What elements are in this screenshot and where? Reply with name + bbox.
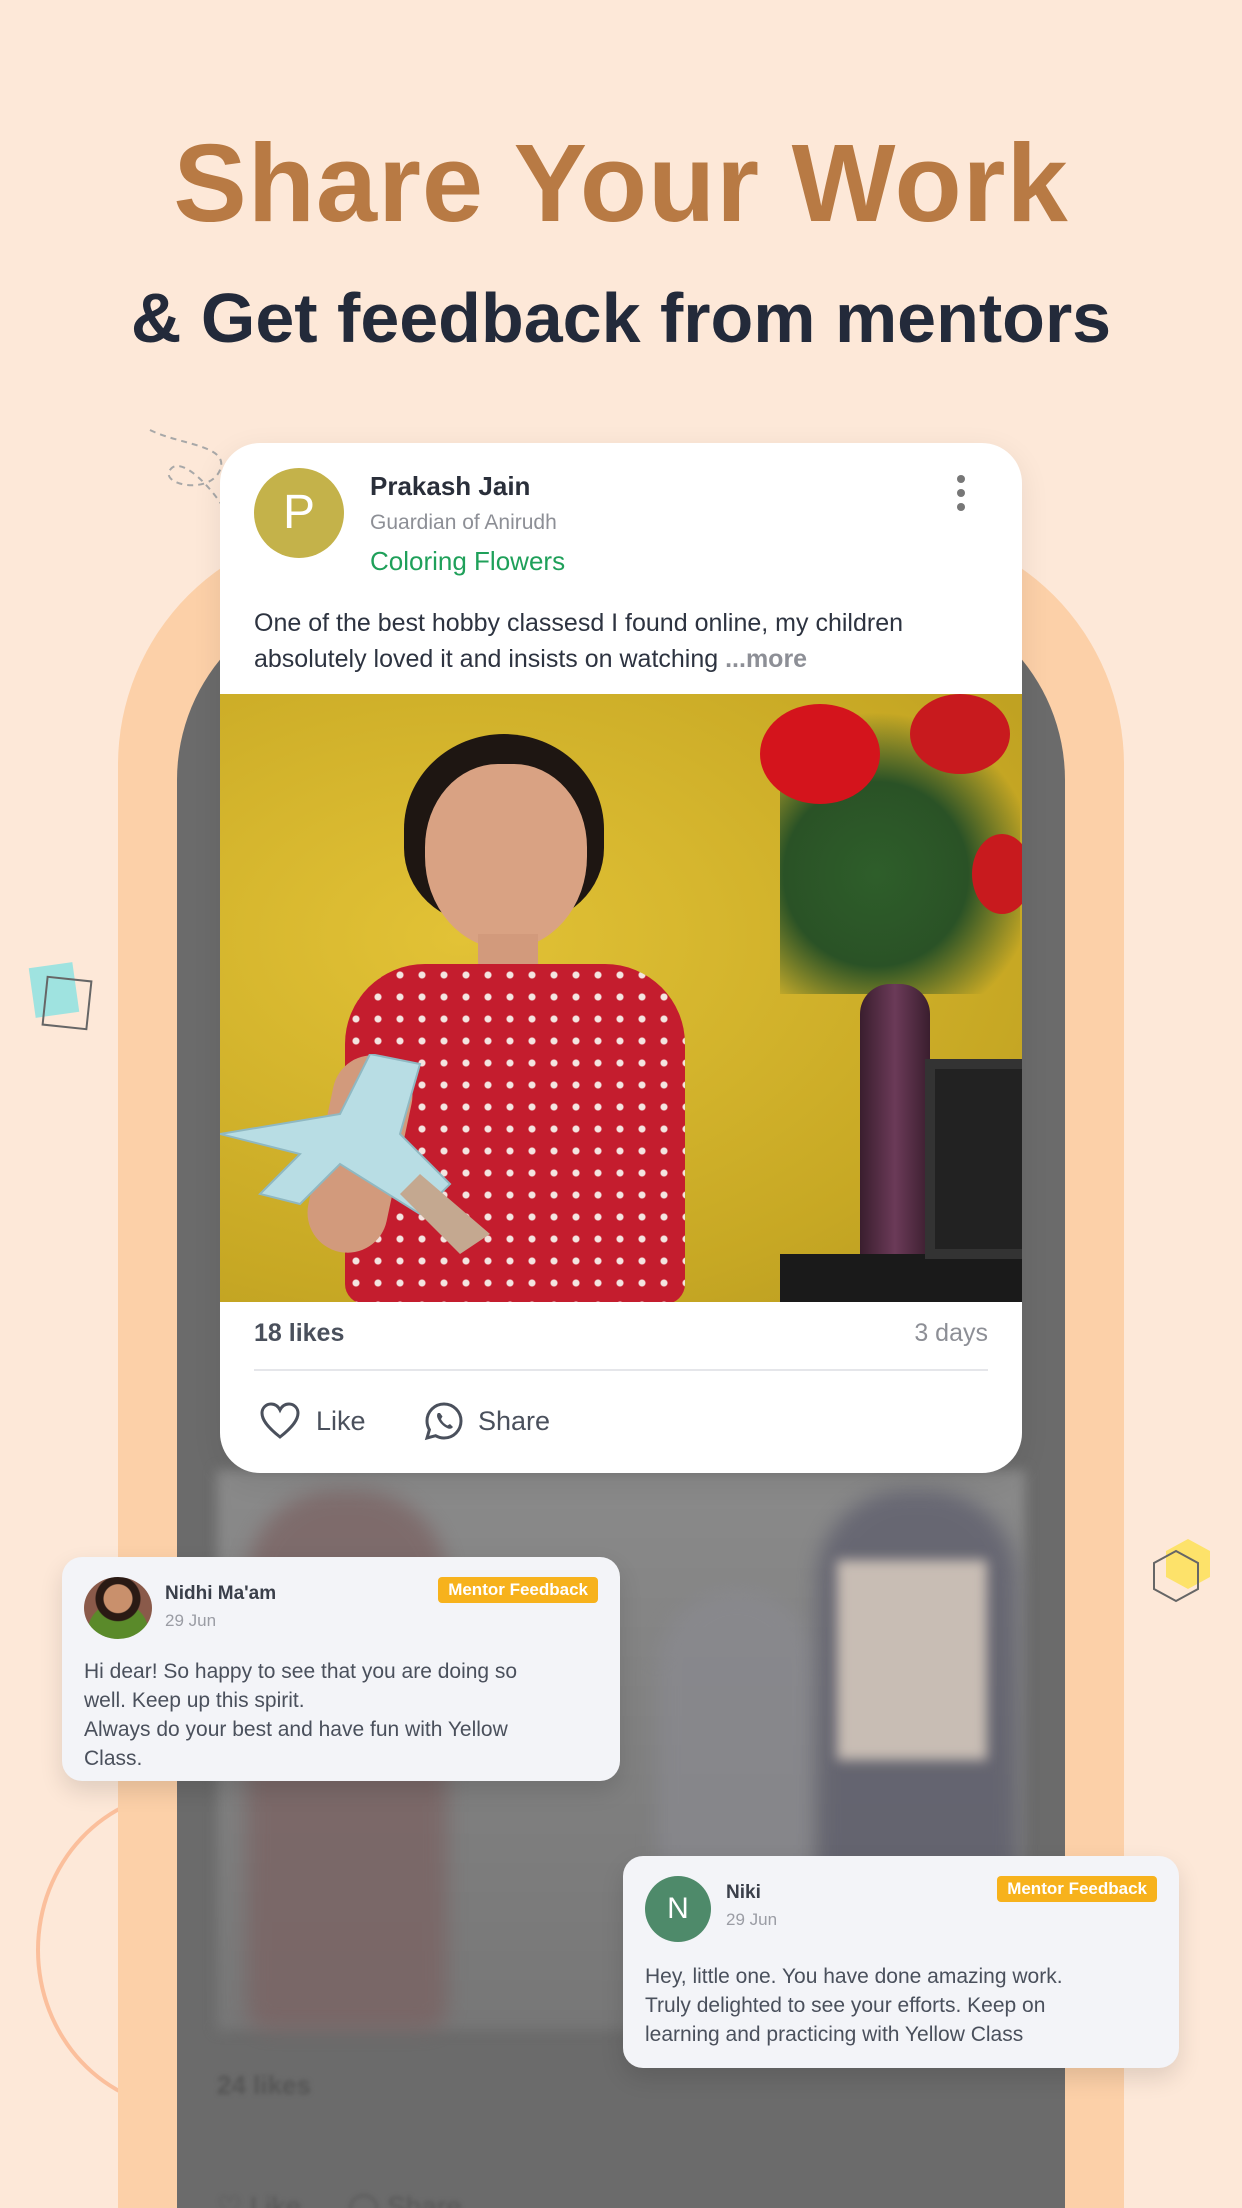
post-topic[interactable]: Coloring Flowers — [370, 546, 565, 577]
background-actions: ♡ Like ◯ Share — [217, 2190, 462, 2208]
like-label: Like — [316, 1405, 366, 1436]
post-photo[interactable] — [220, 694, 1022, 1302]
subheadline: & Get feedback from mentors — [130, 279, 1112, 357]
background-likes-count: 24 likes — [217, 2070, 311, 2100]
more-vertical-icon[interactable] — [954, 475, 968, 519]
mentor-feedback-badge: Mentor Feedback — [997, 1876, 1157, 1902]
background-whatsapp-icon: ◯ — [347, 2191, 380, 2208]
post-time: 3 days — [914, 1319, 988, 1347]
author-name[interactable]: Prakash Jain — [370, 471, 530, 502]
mentor-feedback-card: N Niki 29 Jun Mentor Feedback Hey, littl… — [623, 1856, 1179, 2068]
likes-count: 18 likes — [254, 1319, 345, 1347]
background-share-label: Share — [387, 2191, 462, 2208]
like-button[interactable]: Like — [260, 1396, 366, 1446]
avatar[interactable]: P — [254, 468, 344, 558]
avatar: N — [645, 1876, 711, 1942]
whatsapp-icon — [424, 1402, 463, 1441]
feedback-date: 29 Jun — [165, 1611, 217, 1630]
avatar — [84, 1577, 152, 1639]
headline: Share Your Work — [173, 122, 1069, 245]
feedback-text: Hey, little one. You have done amazing w… — [645, 1965, 1063, 2046]
heart-icon — [260, 1402, 300, 1439]
blurred-drawing — [837, 1560, 987, 1760]
share-label: Share — [478, 1405, 551, 1436]
post-card[interactable]: P Prakash Jain Guardian of Anirudh Color… — [220, 443, 1022, 1473]
mentor-name: Niki — [726, 1882, 761, 1903]
author-relation: Guardian of Anirudh — [370, 511, 557, 534]
hexagon-decoration — [1148, 1535, 1214, 1614]
divider — [254, 1369, 988, 1371]
more-link[interactable]: ...more — [725, 645, 807, 673]
background-heart-icon: ♡ — [217, 2191, 243, 2208]
share-button[interactable]: Share — [424, 1396, 550, 1446]
post-text: One of the best hobby classesd I found o… — [254, 605, 994, 677]
square-outline-decoration — [41, 975, 93, 1031]
background-like-label: Like — [249, 2191, 302, 2208]
mentor-name: Nidhi Ma'am — [165, 1583, 277, 1604]
mentor-feedback-card: Nidhi Ma'am 29 Jun Mentor Feedback Hi de… — [62, 1557, 620, 1781]
feedback-date: 29 Jun — [726, 1910, 778, 1929]
feedback-text: Hi dear! So happy to see that you are do… — [84, 1660, 518, 1770]
mentor-feedback-badge: Mentor Feedback — [438, 1577, 598, 1603]
